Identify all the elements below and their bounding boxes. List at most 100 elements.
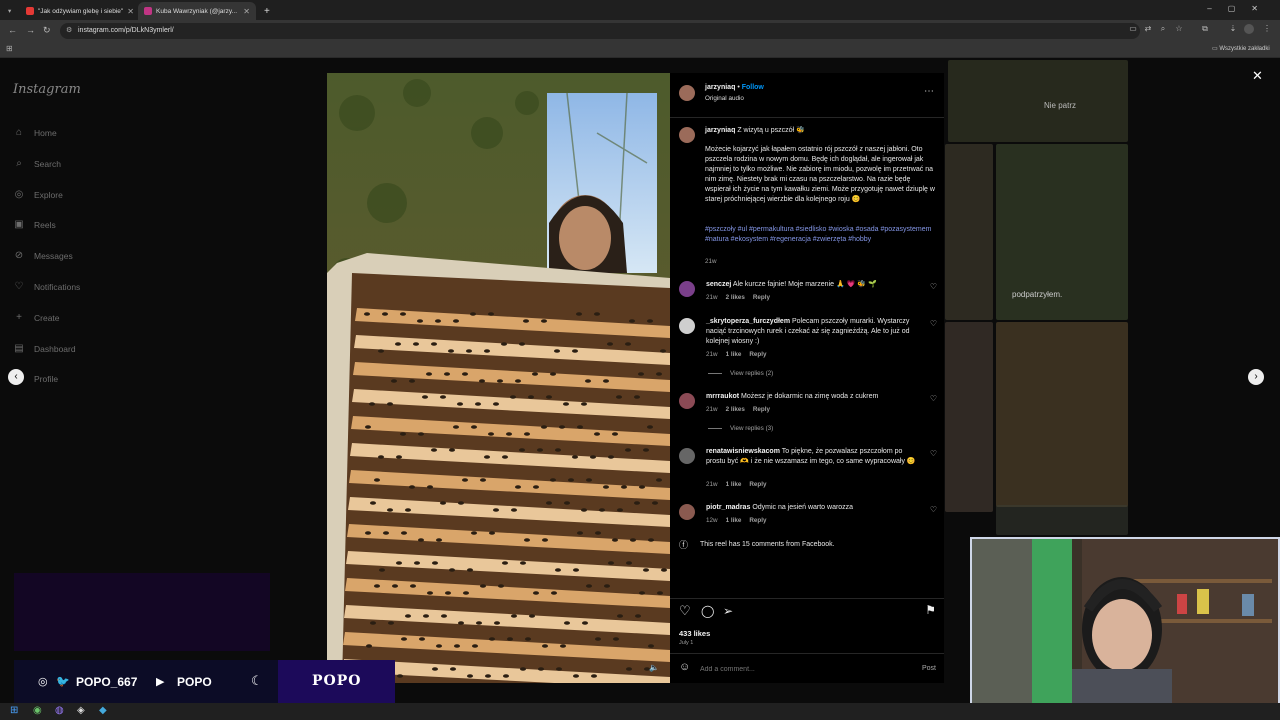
bee-mark — [409, 485, 415, 489]
forward-icon[interactable]: → — [26, 25, 35, 35]
profile-avatar-icon[interactable] — [1244, 24, 1254, 34]
comment-like-icon[interactable]: ♡ — [930, 282, 937, 291]
site-info-icon[interactable]: ⚙ — [66, 26, 72, 34]
next-post-icon[interactable]: › — [1248, 369, 1264, 385]
sidebar-item-search[interactable]: ⌕ Search — [13, 157, 61, 171]
author-avatar[interactable] — [679, 127, 695, 143]
reload-icon[interactable]: ↻ — [43, 25, 51, 36]
caption-username[interactable]: jarzyniaq — [705, 127, 735, 134]
save-bookmark-icon[interactable]: ⚑ — [925, 603, 936, 617]
comment-likes[interactable]: 1 like — [726, 351, 742, 358]
zoom-icon[interactable]: ⌕ — [1158, 24, 1168, 34]
comment-input[interactable] — [700, 663, 900, 675]
comment-like-icon[interactable]: ♡ — [930, 394, 937, 403]
close-tab-icon[interactable]: ✕ — [127, 7, 134, 16]
sidebar-item-dashboard[interactable]: ▤ Dashboard — [13, 342, 75, 356]
previous-post-icon[interactable]: ‹ — [8, 369, 24, 385]
bee-mark — [586, 478, 592, 482]
bee-mark — [626, 667, 632, 671]
menu-icon[interactable]: ⋮ — [1262, 24, 1272, 34]
bee-mark — [498, 584, 504, 588]
comment-reply[interactable]: Reply — [749, 517, 766, 524]
translate-icon[interactable]: ⇄ — [1143, 24, 1153, 34]
commenter-avatar[interactable] — [679, 281, 695, 297]
sidebar-item-explore[interactable]: ◎ Explore — [13, 188, 63, 202]
comment-likes[interactable]: 1 like — [726, 481, 742, 488]
bee-mark — [660, 349, 666, 353]
like-heart-icon[interactable]: ♡ — [679, 603, 691, 619]
comment-username[interactable]: mrrraukot — [706, 393, 739, 400]
comment-reply[interactable]: Reply — [749, 481, 766, 488]
instagram-logo[interactable]: Instagram — [13, 82, 81, 97]
comment-like-icon[interactable]: ♡ — [930, 505, 937, 514]
likes-count[interactable]: 433 likes — [679, 629, 710, 638]
bee-mark — [400, 432, 406, 436]
commenter-avatar[interactable] — [679, 448, 695, 464]
commenter-avatar[interactable] — [679, 318, 695, 334]
sidebar-item-home[interactable]: ⌂ Home — [13, 126, 57, 140]
close-icon[interactable]: ✕ — [1252, 68, 1263, 84]
bookmark-star-icon[interactable]: ☆ — [1174, 24, 1184, 34]
sidebar-item-create[interactable]: + Create — [13, 311, 60, 325]
comment-reply[interactable]: Reply — [753, 294, 770, 301]
comment-likes[interactable]: 2 likes — [726, 406, 745, 413]
comment-username[interactable]: senczej — [706, 281, 731, 288]
bee-mark — [537, 448, 543, 452]
bee-mark — [573, 674, 579, 678]
sidebar-item-notifications[interactable]: ♡ Notifications — [13, 280, 81, 294]
author-avatar[interactable] — [679, 85, 695, 101]
download-icon[interactable]: ⇣ — [1228, 24, 1238, 34]
sidebar-item-reels[interactable]: ▣ Reels — [13, 218, 55, 232]
url-input[interactable]: ⚙ instagram.com/p/DLkN3ymlerl/ — [60, 23, 1140, 39]
app-taskbar-icon[interactable]: ◈ — [77, 705, 85, 716]
sidebar-item-label: Create — [34, 313, 60, 323]
commenter-avatar[interactable] — [679, 504, 695, 520]
browser-tab-1[interactable]: "Jak odżywiam glebę i siebie" ✕ — [20, 2, 136, 20]
commenter-avatar[interactable] — [679, 393, 695, 409]
comment-meta: 21w 1 like Reply — [706, 351, 766, 358]
app-taskbar-icon[interactable]: ◆ — [99, 705, 107, 716]
extensions-icon[interactable]: ⧉ — [1200, 24, 1210, 34]
comment-username[interactable]: piotr_madras — [706, 504, 750, 511]
comment-like-icon[interactable]: ♡ — [930, 449, 937, 458]
author-username[interactable]: jarzyniaq — [705, 84, 735, 91]
bee-mark — [502, 455, 508, 459]
bee-mark — [613, 637, 619, 641]
more-options-icon[interactable]: ⋯ — [924, 86, 934, 97]
caption-hashtags[interactable]: #pszczoły #ul #permakultura #siedlisko #… — [705, 225, 935, 245]
follow-button[interactable]: Follow — [742, 84, 764, 91]
comment-meta: 21w 1 like Reply — [706, 481, 766, 488]
comment-icon[interactable]: ◯ — [701, 604, 714, 618]
window-controls[interactable]: –▢✕ — [1207, 4, 1274, 13]
emoji-icon[interactable]: ☺ — [679, 661, 690, 673]
comment-reply[interactable]: Reply — [753, 406, 770, 413]
tab-search-button[interactable]: ▾ — [2, 2, 16, 20]
bee-mark — [577, 531, 583, 535]
windows-start-icon[interactable]: ⊞ — [10, 705, 18, 716]
install-icon[interactable]: ▭ — [1128, 24, 1138, 34]
comment-username[interactable]: renatawisniewskacom — [706, 448, 780, 455]
obs-taskbar-icon[interactable]: ◍ — [55, 705, 64, 716]
chrome-taskbar-icon[interactable]: ◉ — [33, 705, 42, 716]
browser-tab-2[interactable]: Kuba Wawrzyniak (@jarzy... ✕ — [138, 2, 256, 20]
post-video[interactable]: 🔈 — [327, 73, 670, 683]
close-tab-icon[interactable]: ✕ — [243, 7, 250, 16]
view-replies-button[interactable]: View replies (3) — [708, 425, 773, 432]
youtube-icon: ▶ — [156, 676, 165, 688]
view-replies-button[interactable]: View replies (2) — [708, 370, 773, 377]
share-icon[interactable]: ➢ — [723, 604, 733, 618]
back-icon[interactable]: ← — [8, 25, 17, 35]
comment-username[interactable]: _skrytoperza_furczydłem — [706, 318, 790, 325]
post-comment-button[interactable]: Post — [922, 665, 936, 672]
apps-icon[interactable]: ⊞ — [6, 44, 13, 53]
sidebar-item-messages[interactable]: ⊘ Messages — [13, 249, 73, 263]
all-bookmarks-button[interactable]: ▭ Wszystkie zakładki — [1212, 45, 1270, 52]
comment-reply[interactable]: Reply — [749, 351, 766, 358]
comment-likes[interactable]: 2 likes — [726, 294, 745, 301]
bee-mark — [657, 591, 663, 595]
comment-like-icon[interactable]: ♡ — [930, 319, 937, 328]
original-audio-link[interactable]: Original audio — [705, 95, 744, 102]
comment-likes[interactable]: 1 like — [726, 517, 742, 524]
bee-mark — [617, 614, 623, 618]
new-tab-button[interactable]: + — [258, 2, 272, 20]
